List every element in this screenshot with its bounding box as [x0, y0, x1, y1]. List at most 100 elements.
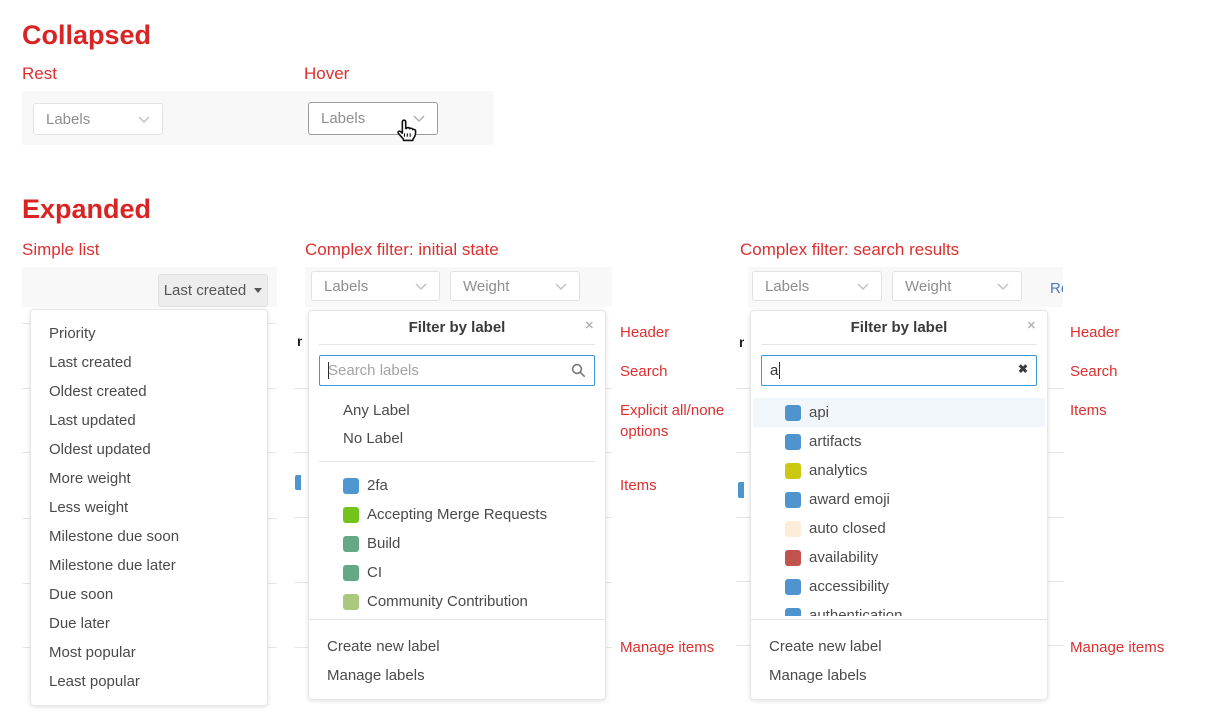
- labels-filter-button[interactable]: Labels: [311, 271, 440, 301]
- label-name: award emoji: [809, 491, 890, 508]
- label-row-clipped[interactable]: authentication: [753, 601, 1045, 616]
- label-name: Accepting Merge Requests: [367, 506, 547, 523]
- panel-header: Filter by label ✕: [309, 311, 605, 344]
- label-search-results: api artifacts analytics award emoji auto…: [751, 398, 1047, 616]
- label-row[interactable]: availability: [753, 543, 1045, 572]
- sort-option[interactable]: More weight: [31, 464, 267, 493]
- search-labels-input[interactable]: [761, 355, 1037, 386]
- sort-option[interactable]: Most popular: [31, 638, 267, 667]
- create-new-label-link[interactable]: Create new label: [309, 632, 605, 661]
- clear-search-icon[interactable]: ✖: [1018, 362, 1028, 376]
- label-name: accessibility: [809, 578, 889, 595]
- label-name: artifacts: [809, 433, 862, 450]
- panel-header: Filter by label ✕: [751, 311, 1047, 344]
- label-row[interactable]: 2fa: [311, 471, 603, 500]
- weight-filter-label: Weight: [905, 278, 951, 295]
- no-label-option[interactable]: No Label: [309, 425, 605, 453]
- manage-labels-link[interactable]: Manage labels: [751, 661, 1047, 690]
- labels-dropdown-button-rest[interactable]: Labels: [33, 103, 163, 135]
- label-row-highlighted[interactable]: api: [753, 398, 1045, 427]
- expanded-heading: Expanded: [22, 194, 151, 224]
- weight-filter-label: Weight: [463, 278, 509, 295]
- label-color-chip: [785, 579, 801, 595]
- label-color-chip: [785, 550, 801, 566]
- text-caret: [779, 362, 780, 379]
- sort-option[interactable]: Last created: [31, 348, 267, 377]
- label-color-chip: [785, 463, 801, 479]
- header-divider: [319, 344, 595, 345]
- panel-title: Filter by label: [409, 319, 506, 336]
- label-row[interactable]: award emoji: [753, 485, 1045, 514]
- background-label-chip-fragment: [295, 475, 301, 490]
- sort-option[interactable]: Last updated: [31, 406, 267, 435]
- label-color-chip: [785, 521, 801, 537]
- panel-footer: Create new label Manage labels: [309, 619, 605, 699]
- label-name: CI: [367, 564, 382, 581]
- label-items: 2fa Accepting Merge Requests Build CI Co…: [309, 471, 605, 616]
- sort-option[interactable]: Priority: [31, 319, 267, 348]
- label-row[interactable]: Build: [311, 529, 603, 558]
- weight-filter-button[interactable]: Weight: [892, 271, 1022, 301]
- labels-filter-button[interactable]: Labels: [752, 271, 882, 301]
- label-row[interactable]: auto closed: [753, 514, 1045, 543]
- label-row[interactable]: Community Contribution: [311, 587, 603, 616]
- labels-filter-label: Labels: [765, 278, 809, 295]
- search-labels-input[interactable]: [319, 355, 595, 386]
- label-name: analytics: [809, 462, 867, 479]
- sort-option[interactable]: Milestone due later: [31, 551, 267, 580]
- any-label-option[interactable]: Any Label: [309, 397, 605, 425]
- label-row[interactable]: CI: [311, 558, 603, 587]
- label-name: availability: [809, 549, 878, 566]
- sort-option[interactable]: Least popular: [31, 667, 267, 696]
- label-color-chip: [785, 492, 801, 508]
- label-color-chip: [785, 405, 801, 421]
- label-color-chip: [343, 536, 359, 552]
- chevron-down-icon: [857, 278, 869, 295]
- label-name: auto closed: [809, 520, 886, 537]
- label-color-chip: [343, 478, 359, 494]
- filter-by-label-panel: Filter by label ✕ ✖ api artifacts: [750, 310, 1048, 700]
- sort-option[interactable]: Due soon: [31, 580, 267, 609]
- collapsed-heading: Collapsed: [22, 20, 151, 50]
- annotation-search: Search: [1070, 361, 1118, 382]
- label-row[interactable]: analytics: [753, 456, 1045, 485]
- sort-options-panel: Priority Last created Oldest created Las…: [30, 309, 268, 706]
- sort-option[interactable]: Oldest created: [31, 377, 267, 406]
- annotation-search: Search: [620, 361, 668, 382]
- label-name: authentication: [809, 607, 902, 616]
- close-icon[interactable]: ✕: [585, 319, 594, 332]
- labels-dropdown-label: Labels: [321, 110, 365, 127]
- chevron-down-icon: [555, 278, 567, 295]
- sort-dropdown-label: Last created: [164, 282, 247, 299]
- annotation-header: Header: [620, 322, 669, 343]
- label-row[interactable]: Accepting Merge Requests: [311, 500, 603, 529]
- caret-down-icon: [254, 288, 262, 293]
- background-text-fragment: m: [297, 335, 302, 347]
- reset-labels-link-clipped[interactable]: Res: [1050, 280, 1063, 297]
- sort-dropdown-button[interactable]: Last created: [158, 274, 268, 307]
- sort-option[interactable]: Due later: [31, 609, 267, 638]
- complex-filter-initial-example: m Labels Weight Filter by label ✕: [294, 266, 612, 716]
- label-color-chip: [343, 594, 359, 610]
- annotation-manage-items: Manage items: [620, 637, 714, 658]
- weight-filter-button[interactable]: Weight: [450, 271, 580, 301]
- sort-option[interactable]: Less weight: [31, 493, 267, 522]
- label-name: 2fa: [367, 477, 388, 494]
- label-name: api: [809, 404, 829, 421]
- labels-filter-label: Labels: [324, 278, 368, 295]
- label-color-chip: [785, 434, 801, 450]
- complex-initial-label: Complex filter: initial state: [305, 240, 499, 260]
- close-icon[interactable]: ✕: [1027, 319, 1036, 332]
- label-search: ✖: [761, 355, 1037, 386]
- manage-labels-link[interactable]: Manage labels: [309, 661, 605, 690]
- background-text-fragment: m: [739, 336, 744, 348]
- sort-option[interactable]: Oldest updated: [31, 435, 267, 464]
- sort-option[interactable]: Milestone due soon: [31, 522, 267, 551]
- complex-filter-search-example: Res m Labels Weight Filter by label ✕: [736, 266, 1064, 716]
- create-new-label-link[interactable]: Create new label: [751, 632, 1047, 661]
- label-row[interactable]: artifacts: [753, 427, 1045, 456]
- label-row[interactable]: accessibility: [753, 572, 1045, 601]
- labels-dropdown-label: Labels: [46, 111, 90, 128]
- annotation-items: Items: [1070, 400, 1107, 421]
- annotation-all-none: Explicit all/none options: [620, 400, 738, 442]
